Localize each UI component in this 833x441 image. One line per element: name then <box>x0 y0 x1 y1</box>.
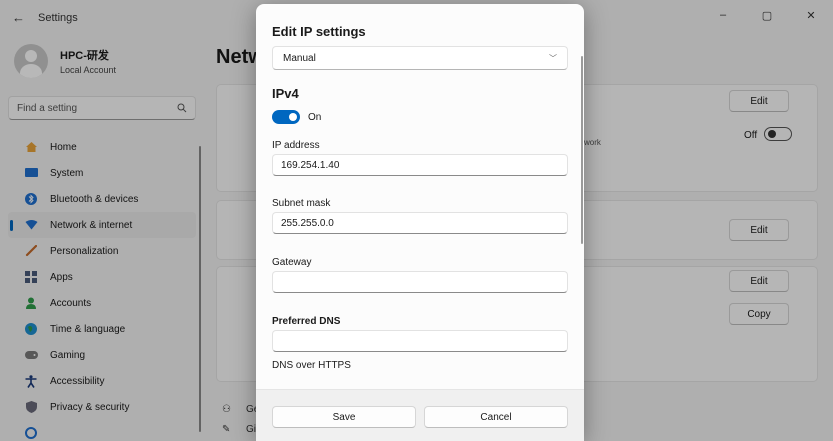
dns-over-https-label: DNS over HTTPS <box>272 360 351 371</box>
gateway-label: Gateway <box>272 257 312 268</box>
ipv4-toggle-label: On <box>308 112 322 123</box>
gateway-input[interactable] <box>272 271 568 293</box>
ip-address-input[interactable]: 169.254.1.40 <box>272 154 568 176</box>
preferred-dns-label: Preferred DNS <box>272 316 341 327</box>
dialog-scrollbar[interactable] <box>581 56 583 244</box>
cancel-button[interactable]: Cancel <box>424 406 568 428</box>
chevron-down-icon: ﹀ <box>549 53 557 63</box>
edit-ip-dialog: Edit IP settings Manual ﹀ IPv4 On IP add… <box>256 4 584 441</box>
ip-mode-value: Manual <box>283 52 316 64</box>
subnet-mask-label: Subnet mask <box>272 198 331 209</box>
save-button[interactable]: Save <box>272 406 416 428</box>
ip-mode-select[interactable]: Manual ﹀ <box>272 46 568 70</box>
ipv4-heading: IPv4 <box>272 86 299 101</box>
dialog-title: Edit IP settings <box>272 24 366 39</box>
preferred-dns-input[interactable] <box>272 330 568 352</box>
subnet-mask-input[interactable]: 255.255.0.0 <box>272 212 568 234</box>
dialog-footer: Save Cancel <box>256 389 584 441</box>
ipv4-toggle[interactable] <box>272 110 300 124</box>
ip-address-label: IP address <box>272 140 320 151</box>
